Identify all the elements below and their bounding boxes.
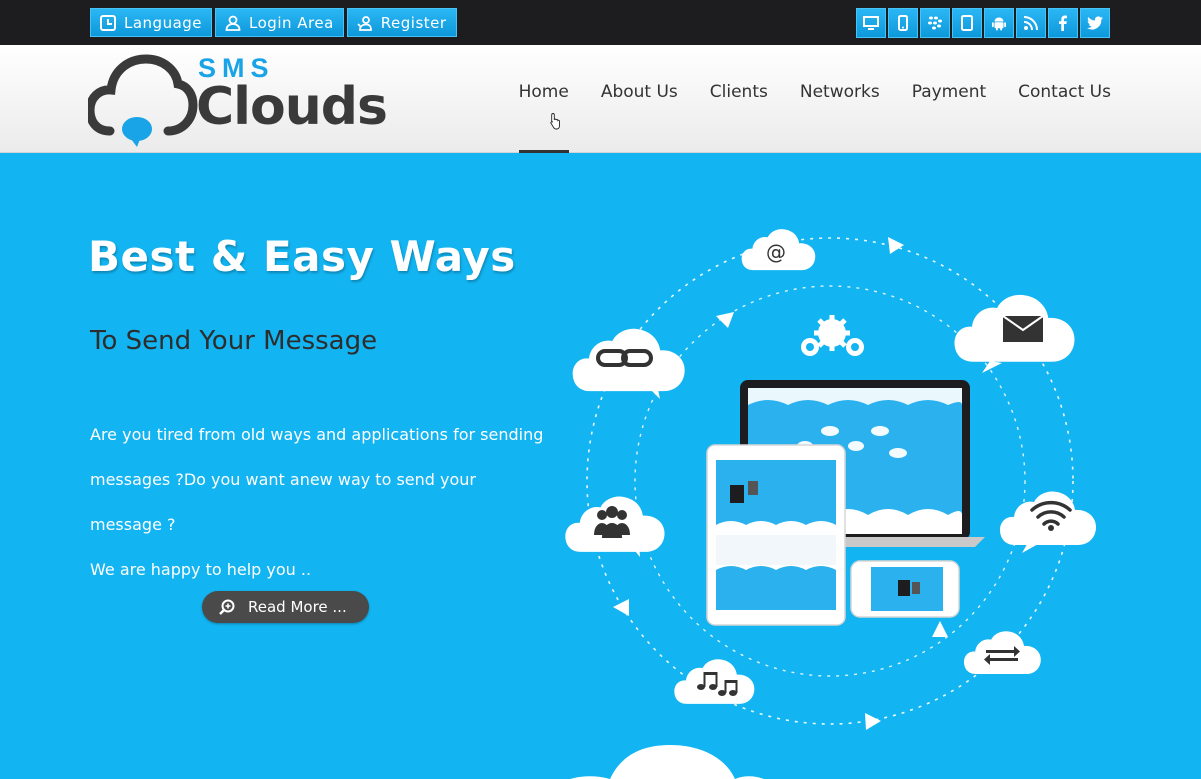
logo-clouds-text: Clouds (196, 77, 388, 137)
users-cloud (565, 496, 665, 557)
envelope-cloud (954, 294, 1075, 373)
android-link[interactable] (984, 8, 1014, 38)
desktop-icon (863, 16, 879, 30)
blackberry-icon (928, 16, 942, 30)
facebook-link[interactable] (1048, 8, 1078, 38)
wifi-cloud (1000, 491, 1096, 553)
clock-icon (100, 14, 116, 31)
register-icon (357, 15, 372, 31)
read-more-button[interactable]: Read More ... (202, 591, 369, 623)
orbit-arrow-icon (888, 237, 904, 254)
tablet-icon (961, 15, 973, 31)
nav-payment[interactable]: Payment (880, 45, 986, 153)
hero-title: Best & Easy Ways (88, 232, 516, 281)
at-symbol: @ (766, 240, 786, 264)
bottom-cloud (571, 745, 764, 779)
cloud-logo-icon (88, 54, 198, 147)
rss-icon (1023, 16, 1038, 31)
orbit-arrow-icon (613, 599, 629, 616)
hero-desc-line-3: We are happy to help you .. (90, 560, 312, 579)
gears-icon (801, 315, 864, 356)
logo[interactable]: SMS Clouds (88, 53, 388, 148)
top-bar: Language Login Area Register (0, 0, 1201, 45)
nav-contact-us[interactable]: Contact Us (986, 45, 1111, 153)
desktop-link[interactable] (856, 8, 886, 38)
hero-desc-line-2: messages ?Do you want anew way to send y… (90, 470, 476, 534)
mobile-link[interactable] (888, 8, 918, 38)
top-left-links: Language Login Area Register (90, 8, 457, 37)
orbit-arrow-icon (716, 312, 734, 328)
nav-about-us[interactable]: About Us (569, 45, 678, 153)
rss-link[interactable] (1016, 8, 1046, 38)
nav-clients[interactable]: Clients (678, 45, 768, 153)
orbit-arrow-icon (932, 621, 948, 637)
user-icon (225, 15, 241, 31)
hero-subtitle: To Send Your Message (90, 326, 378, 356)
language-button[interactable]: Language (90, 8, 213, 37)
orbit-arrow-icon (865, 713, 881, 730)
register-label: Register (380, 13, 447, 32)
login-area-button[interactable]: Login Area (215, 8, 344, 37)
site-header: SMS Clouds Home About Us Clients Network… (0, 45, 1201, 153)
phone-device (850, 560, 960, 618)
login-area-label: Login Area (249, 13, 334, 32)
social-links (856, 8, 1110, 38)
main-nav: Home About Us Clients Networks Payment C… (487, 45, 1111, 153)
twitter-icon (1087, 16, 1103, 30)
music-cloud (674, 659, 755, 704)
register-button[interactable]: Register (346, 8, 457, 37)
hero-description: Are you tired from old ways and applicat… (90, 412, 550, 592)
mobile-icon (898, 15, 908, 31)
android-icon (992, 17, 1006, 31)
link-cloud (572, 328, 685, 399)
twitter-link[interactable] (1080, 8, 1110, 38)
transfer-cloud (964, 631, 1041, 674)
zoom-in-icon (219, 599, 235, 615)
envelope-icon (1002, 315, 1044, 342)
tablet-link[interactable] (952, 8, 982, 38)
facebook-icon (1059, 15, 1067, 31)
hero-desc-line-1: Are you tired from old ways and applicat… (90, 425, 544, 444)
hand-cursor-icon (550, 113, 560, 130)
email-at-cloud: @ (741, 229, 816, 271)
blackberry-link[interactable] (920, 8, 950, 38)
hero-illustration: @ (565, 229, 1096, 730)
read-more-label: Read More ... (248, 598, 347, 616)
language-label: Language (124, 13, 203, 32)
nav-home[interactable]: Home (487, 45, 570, 153)
tablet-device (706, 444, 846, 626)
nav-networks[interactable]: Networks (768, 45, 880, 153)
